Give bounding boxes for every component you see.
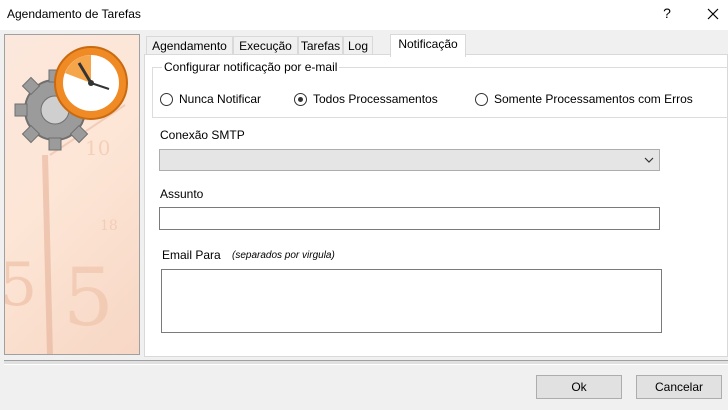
clock-gear-icon: 5 5 10 18 xyxy=(5,46,128,354)
radio-never-notify[interactable]: Nunca Notificar xyxy=(160,91,261,107)
radio-all-processes-label: Todos Processamentos xyxy=(313,92,438,106)
chevron-down-icon xyxy=(644,157,654,163)
radio-errors-only-label: Somente Processamentos com Erros xyxy=(494,92,693,106)
close-icon xyxy=(707,8,719,20)
tab-agendamento[interactable]: Agendamento xyxy=(146,36,233,56)
radio-errors-only-circle[interactable] xyxy=(475,92,488,106)
radio-never-notify-circle[interactable] xyxy=(160,92,173,106)
smtp-connection-label: Conexão SMTP xyxy=(160,128,245,142)
email-notification-group-label: Configurar notificação por e-mail xyxy=(162,60,340,74)
email-to-textarea[interactable] xyxy=(161,269,662,333)
close-button[interactable] xyxy=(700,2,726,26)
radio-all-processes[interactable]: Todos Processamentos xyxy=(294,91,438,107)
cancel-button[interactable]: Cancelar xyxy=(636,375,722,399)
subject-input[interactable] xyxy=(159,207,660,230)
svg-text:5: 5 xyxy=(5,250,37,320)
tab-tarefas[interactable]: Tarefas xyxy=(298,36,343,56)
email-to-label: Email Para xyxy=(162,248,221,262)
email-to-hint: (separados por virgula) xyxy=(232,250,335,261)
scheduler-clock-illustration: 5 5 10 18 xyxy=(4,34,140,355)
window-title: Agendamento de Tarefas xyxy=(7,7,141,21)
tab-notificacao[interactable]: Notificação xyxy=(390,34,466,57)
dialog-client-area: 5 5 10 18 xyxy=(0,30,728,410)
notification-tab-panel: Configurar notificação por e-mail Nunca … xyxy=(144,54,728,357)
email-notification-group: Configurar notificação por e-mail Nunca … xyxy=(152,60,728,118)
tab-execucao[interactable]: Execução xyxy=(233,36,298,56)
svg-text:18: 18 xyxy=(100,218,118,234)
help-button[interactable]: ? xyxy=(660,5,674,23)
subject-label: Assunto xyxy=(160,187,204,201)
radio-all-processes-circle[interactable] xyxy=(294,92,307,106)
title-bar: Agendamento de Tarefas ? xyxy=(0,0,728,30)
dialog-separator xyxy=(4,360,728,365)
ok-button[interactable]: Ok xyxy=(536,375,622,399)
smtp-connection-select[interactable] xyxy=(159,149,660,171)
svg-text:5: 5 xyxy=(63,251,114,344)
radio-errors-only[interactable]: Somente Processamentos com Erros xyxy=(475,91,693,107)
tab-log[interactable]: Log xyxy=(343,36,373,56)
svg-text:10: 10 xyxy=(85,136,110,160)
radio-never-notify-label: Nunca Notificar xyxy=(179,92,262,106)
